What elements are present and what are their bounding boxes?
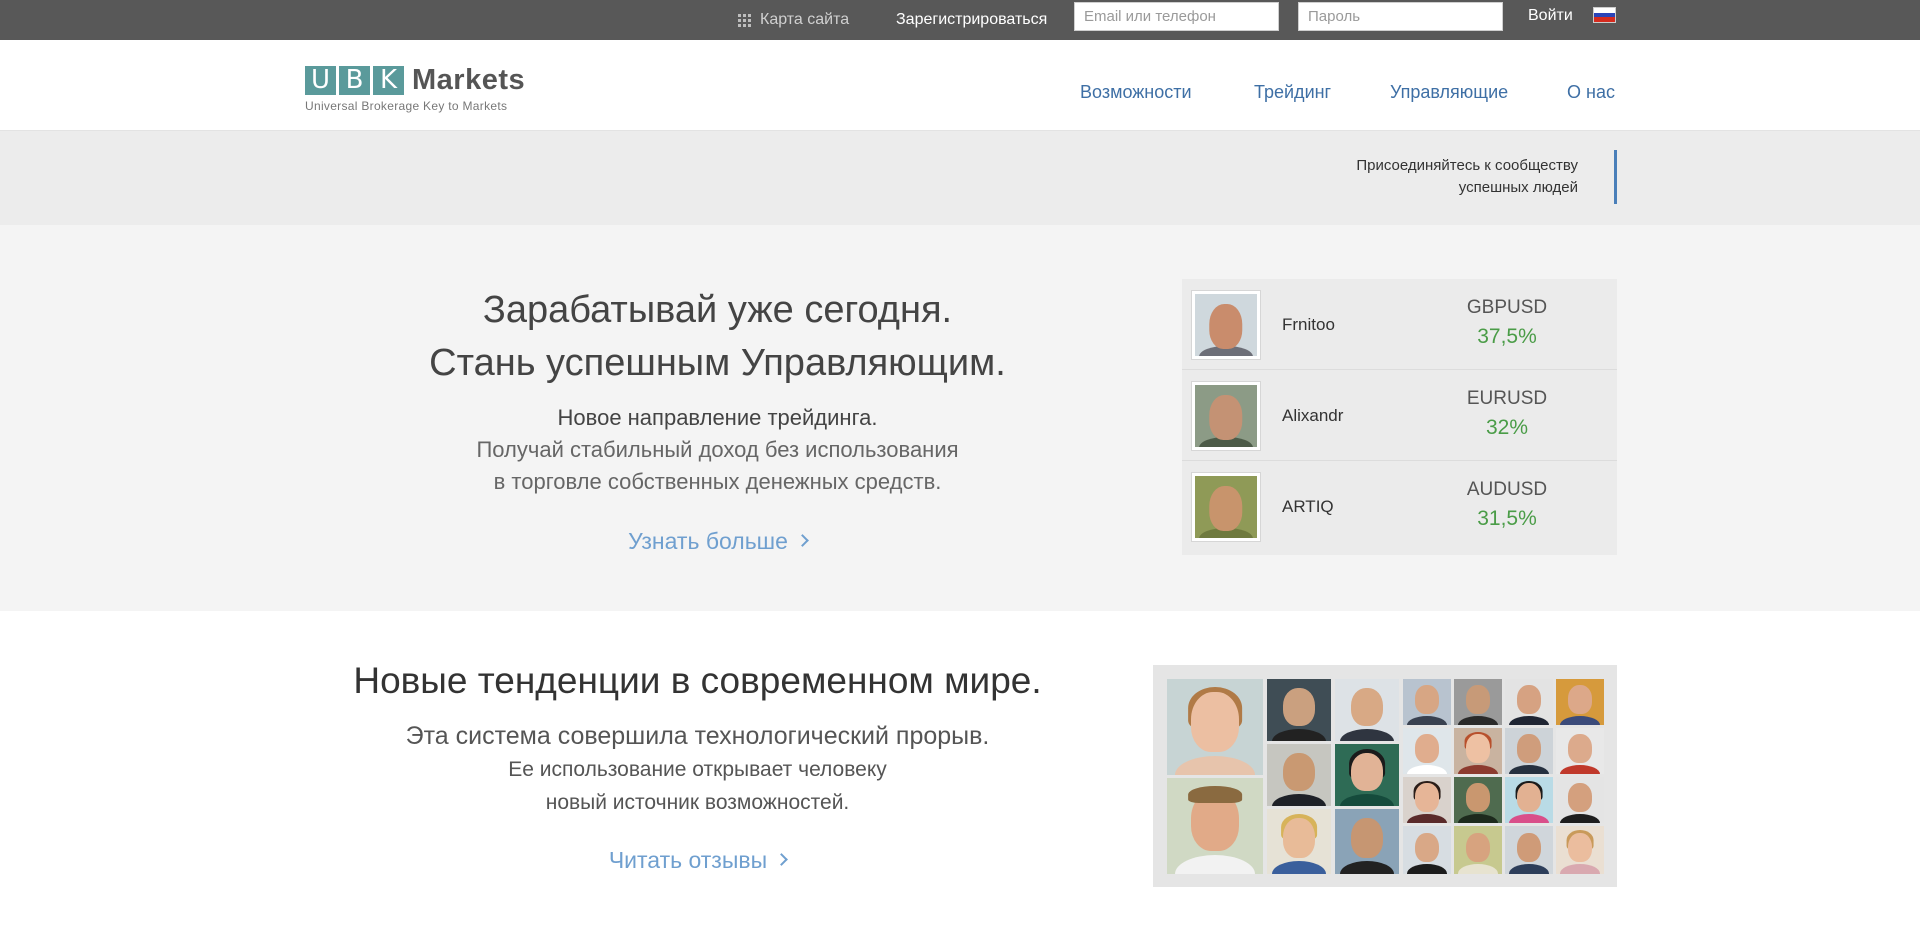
collage-photo bbox=[1454, 679, 1502, 725]
collage-photo bbox=[1403, 777, 1451, 823]
trader-pair: EURUSD bbox=[1466, 388, 1548, 409]
collage-photo bbox=[1267, 809, 1331, 874]
join-accent-bar bbox=[1614, 150, 1617, 204]
hero-text: Зарабатывай уже сегодня. Стань успешным … bbox=[380, 284, 1055, 555]
trends-subtitle: Эта система совершила технологический пр… bbox=[405, 722, 990, 750]
collage-photo bbox=[1505, 728, 1553, 774]
trader-avatar bbox=[1191, 472, 1261, 542]
trader-row[interactable]: Frnitoo GBPUSD 37,5% bbox=[1182, 279, 1617, 370]
learn-more-link[interactable]: Узнать больше bbox=[628, 528, 809, 555]
collage-photo bbox=[1403, 826, 1451, 874]
trader-avatar bbox=[1191, 381, 1261, 451]
logo-letter-b: B bbox=[339, 66, 370, 95]
top-bar: Карта сайта Зарегистрироваться Войти bbox=[0, 0, 1920, 40]
trader-avatar bbox=[1191, 290, 1261, 360]
collage-photo bbox=[1167, 778, 1263, 874]
ubk-markets-logo[interactable]: U B K Markets Universal Brokerage Key to… bbox=[305, 64, 525, 113]
grid-icon bbox=[738, 13, 751, 27]
trends-description: Ее использование открывает человеку новы… bbox=[508, 758, 887, 814]
trader-name: Frnitoo bbox=[1282, 315, 1335, 334]
collage-photo bbox=[1267, 744, 1331, 806]
trader-row[interactable]: Alixandr EURUSD 32% bbox=[1182, 370, 1617, 461]
community-photo-collage bbox=[1153, 665, 1617, 887]
logo-tagline: Universal Brokerage Key to Markets bbox=[305, 99, 508, 113]
chevron-right-icon bbox=[796, 534, 809, 548]
nav-managers[interactable]: Управляющие bbox=[1390, 82, 1508, 103]
password-input[interactable] bbox=[1298, 2, 1503, 31]
collage-photo bbox=[1556, 826, 1604, 874]
sitemap-label: Карта сайта bbox=[760, 11, 850, 28]
email-input[interactable] bbox=[1074, 2, 1279, 31]
collage-photo bbox=[1505, 777, 1553, 823]
join-community-text: Присоединяйтесь к сообществу успешных лю… bbox=[1356, 157, 1578, 196]
sitemap-link[interactable]: Карта сайта bbox=[738, 0, 849, 40]
chevron-right-icon bbox=[775, 853, 789, 867]
hero-section: Зарабатывай уже сегодня. Стань успешным … bbox=[0, 225, 1920, 611]
collage-photo bbox=[1335, 809, 1399, 874]
collage-photo bbox=[1335, 744, 1399, 806]
hero-description: Получай стабильный доход без использован… bbox=[476, 437, 959, 494]
register-link[interactable]: Зарегистрироваться bbox=[896, 0, 1047, 40]
logo-letter-u: U bbox=[305, 66, 336, 95]
collage-photo bbox=[1454, 728, 1502, 774]
trader-percent: 31,5% bbox=[1477, 507, 1537, 530]
trends-text: Новые тенденции в современном мире. Эта … bbox=[290, 655, 1105, 874]
nav-about[interactable]: О нас bbox=[1567, 82, 1615, 103]
logo-word: Markets bbox=[412, 64, 526, 96]
collage-photo bbox=[1403, 679, 1451, 725]
site-header: U B K Markets Universal Brokerage Key to… bbox=[0, 40, 1920, 131]
top-traders-list: Frnitoo GBPUSD 37,5% Alixandr EURUSD 32% bbox=[1182, 279, 1617, 555]
trader-name: ARTIQ bbox=[1282, 497, 1334, 516]
collage-photo bbox=[1556, 777, 1604, 823]
hero-title: Зарабатывай уже сегодня. Стань успешным … bbox=[429, 289, 1006, 384]
trends-title: Новые тенденции в современном мире. bbox=[353, 660, 1042, 701]
logo-letter-k: K bbox=[373, 66, 404, 95]
russian-flag-icon[interactable] bbox=[1593, 7, 1616, 23]
trader-row[interactable]: ARTIQ AUDUSD 31,5% bbox=[1182, 461, 1617, 552]
nav-trading[interactable]: Трейдинг bbox=[1254, 82, 1331, 103]
trader-pair: AUDUSD bbox=[1466, 479, 1548, 500]
collage-photo bbox=[1454, 777, 1502, 823]
collage-photo bbox=[1505, 679, 1553, 725]
collage-photo bbox=[1335, 679, 1399, 741]
trader-name: Alixandr bbox=[1282, 406, 1344, 425]
collage-photo bbox=[1267, 679, 1331, 741]
hero-subtitle: Новое направление трейдинга. bbox=[557, 405, 878, 430]
collage-photo bbox=[1505, 826, 1553, 874]
login-button[interactable]: Войти bbox=[1528, 0, 1573, 40]
join-community-band: Присоединяйтесь к сообществу успешных лю… bbox=[0, 131, 1920, 225]
nav-features[interactable]: Возможности bbox=[1080, 82, 1192, 103]
collage-photo bbox=[1454, 826, 1502, 874]
collage-photo bbox=[1556, 728, 1604, 774]
collage-photo bbox=[1403, 728, 1451, 774]
collage-photo bbox=[1167, 679, 1263, 775]
read-reviews-link[interactable]: Читать отзывы bbox=[609, 847, 789, 874]
collage-photo bbox=[1556, 679, 1604, 725]
trader-percent: 32% bbox=[1485, 416, 1529, 439]
trader-percent: 37,5% bbox=[1477, 325, 1537, 348]
trader-pair: GBPUSD bbox=[1466, 297, 1548, 318]
